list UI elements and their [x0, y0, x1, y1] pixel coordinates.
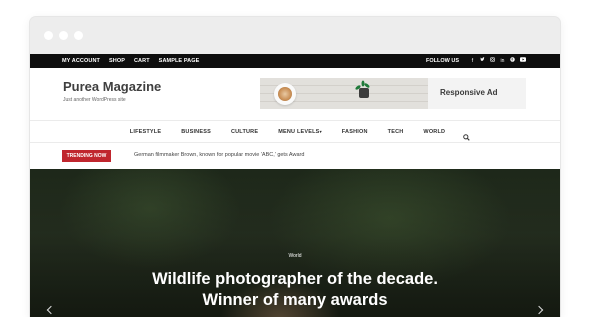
nav-item-menu-levels-label: MENU LEVELS: [278, 128, 320, 135]
pinterest-icon[interactable]: [510, 54, 515, 68]
hero-title-line-2: Winner of many awards: [202, 291, 388, 309]
hero-title-line-1: Wildlife photographer of the decade.: [152, 270, 438, 288]
follow-label: FOLLOW US: [426, 58, 459, 64]
hero-slider[interactable]: World Wildlife photographer of the decad…: [30, 169, 560, 317]
window-dot-close[interactable]: [44, 31, 53, 40]
site-title[interactable]: Purea Magazine: [63, 79, 161, 94]
instagram-icon[interactable]: [490, 54, 495, 68]
ad-label: Responsive Ad: [440, 88, 498, 97]
responsive-ad-banner[interactable]: Responsive Ad: [260, 78, 526, 109]
nav-item-world[interactable]: WORLD: [423, 129, 445, 135]
nav-item-tech[interactable]: TECH: [388, 129, 404, 135]
web-page: MY ACCOUNT SHOP CART SAMPLE PAGE FOLLOW …: [30, 54, 560, 317]
plant-image: [359, 88, 369, 98]
trending-badge: TRENDING NOW: [62, 150, 111, 162]
twitter-icon[interactable]: [480, 54, 485, 68]
linkedin-icon[interactable]: in: [500, 54, 505, 68]
browser-chrome: [30, 17, 560, 54]
social-follow: FOLLOW US f in: [426, 54, 526, 68]
window-dot-minimize[interactable]: [59, 31, 68, 40]
search-icon[interactable]: [463, 128, 470, 141]
top-link-sample-page[interactable]: SAMPLE PAGE: [159, 58, 200, 64]
nav-item-fashion[interactable]: FASHION: [342, 129, 368, 135]
main-navigation: LIFESTYLE BUSINESS CULTURE MENU LEVELS▾ …: [30, 120, 560, 143]
trending-bar: TRENDING NOW German filmmaker Brown, kno…: [30, 143, 560, 170]
nav-item-culture[interactable]: CULTURE: [231, 129, 258, 135]
top-bar: MY ACCOUNT SHOP CART SAMPLE PAGE FOLLOW …: [30, 54, 560, 68]
window-dot-maximize[interactable]: [74, 31, 83, 40]
site-header: Purea Magazine Just another WordPress si…: [30, 68, 560, 120]
facebook-icon[interactable]: f: [470, 54, 475, 68]
chevron-down-icon: ▾: [319, 128, 322, 134]
top-menu: MY ACCOUNT SHOP CART SAMPLE PAGE: [62, 54, 208, 68]
coffee-cup-image: [274, 83, 296, 105]
youtube-icon[interactable]: [520, 54, 526, 68]
site-tagline: Just another WordPress site: [63, 97, 126, 103]
nav-item-business[interactable]: BUSINESS: [181, 129, 211, 135]
hero-category[interactable]: World: [30, 253, 560, 259]
browser-window: MY ACCOUNT SHOP CART SAMPLE PAGE FOLLOW …: [30, 17, 560, 317]
top-link-cart[interactable]: CART: [134, 58, 150, 64]
ad-image: [260, 78, 428, 109]
trending-headline[interactable]: German filmmaker Brown, known for popula…: [134, 152, 304, 158]
hero-title[interactable]: Wildlife photographer of the decade. Win…: [30, 269, 560, 311]
top-link-shop[interactable]: SHOP: [109, 58, 125, 64]
nav-item-menu-levels[interactable]: MENU LEVELS▾: [278, 129, 322, 135]
nav-item-lifestyle[interactable]: LIFESTYLE: [130, 129, 161, 135]
top-link-my-account[interactable]: MY ACCOUNT: [62, 58, 100, 64]
